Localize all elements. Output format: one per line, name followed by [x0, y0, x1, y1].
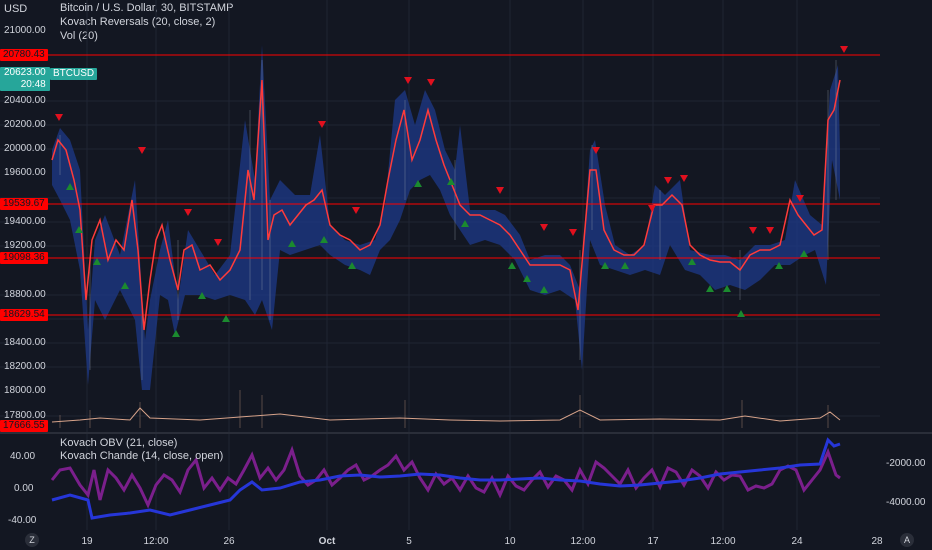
time-axis-label: 24 — [791, 536, 803, 547]
bar-countdown: 20:48 — [20, 79, 46, 90]
volume-bars — [59, 390, 829, 428]
level-tag: 18629.54 — [0, 309, 48, 321]
time-axis-label: 19 — [81, 536, 93, 547]
osc-axis-label: -40.00 — [8, 515, 37, 526]
price-axis-label: 19200.00 — [4, 240, 46, 251]
time-axis-label: 12:00 — [143, 536, 169, 547]
symbol-tag[interactable]: BTCUSD — [50, 68, 98, 80]
price-chart[interactable] — [0, 0, 932, 550]
osc-right-axis-label: -4000.00 — [886, 497, 926, 508]
time-axis-label: 12:00 — [570, 536, 596, 547]
low-price-tag: 17666.55 — [0, 420, 48, 432]
time-axis-label: 12:00 — [710, 536, 736, 547]
price-axis-label: 20400.00 — [4, 95, 46, 106]
time-axis-label: 10 — [504, 536, 516, 547]
price-axis-label: 18800.00 — [4, 289, 46, 300]
auto-scale-icon[interactable]: A — [900, 533, 914, 547]
current-price-tag: 20623.00 20:48 — [0, 67, 50, 91]
timezone-icon[interactable]: Z — [25, 533, 39, 547]
price-axis-label: 20200.00 — [4, 119, 46, 130]
time-axis-label: 28 — [871, 536, 883, 547]
time-axis-label: 5 — [406, 536, 412, 547]
price-axis-label: 19400.00 — [4, 216, 46, 227]
osc-right-axis-label: -2000.00 — [886, 458, 926, 469]
osc-axis-label: 0.00 — [14, 483, 34, 494]
price-axis-label: 18200.00 — [4, 361, 46, 372]
price-axis-label: 18000.00 — [4, 385, 46, 396]
level-tag: 19098.36 — [0, 252, 48, 264]
volume-ma-line — [51, 407, 841, 423]
price-axis-label: 18400.00 — [4, 337, 46, 348]
osc-axis-label: 40.00 — [10, 451, 36, 462]
level-tag: 20780.43 — [0, 49, 48, 61]
kovach-band — [52, 45, 840, 390]
time-axis-label: 26 — [223, 536, 235, 547]
indicator-kovach-obv[interactable]: Kovach OBV (21, close) — [60, 437, 177, 449]
time-axis-label: Oct — [318, 536, 336, 547]
price-axis-label: 19600.00 — [4, 167, 46, 178]
price-axis-label: 20000.00 — [4, 143, 46, 154]
current-price: 20623.00 — [4, 67, 46, 78]
time-axis-label: 17 — [647, 536, 659, 547]
level-tag: 19539.67 — [0, 198, 48, 210]
price-axis-label: 21000.00 — [4, 25, 46, 36]
indicator-kovach-chande[interactable]: Kovach Chande (14, close, open) — [60, 450, 223, 462]
